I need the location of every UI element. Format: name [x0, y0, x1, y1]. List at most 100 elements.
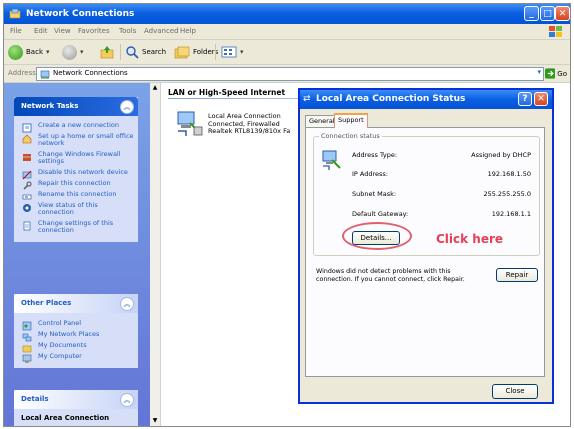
menu-file[interactable]: File	[10, 27, 22, 35]
repair-button[interactable]: Repair	[496, 268, 538, 282]
place-my-computer[interactable]: My Computer	[14, 351, 138, 363]
group-header: LAN or High-Speed Internet	[168, 88, 286, 97]
help-button[interactable]: ?	[518, 92, 532, 106]
click-here-annotation: Click here	[436, 232, 504, 246]
address-type-label: Address Type:	[352, 151, 398, 159]
connection-device: Realtek RTL8139/810x Fa	[208, 127, 291, 135]
other-places-title: Other Places	[21, 299, 72, 307]
search-button[interactable]: Search	[125, 43, 166, 61]
network-connections-icon	[40, 70, 50, 79]
scroll-down-icon[interactable]: ▼	[151, 417, 159, 425]
title-bar[interactable]: Network Connections _ □ ✕	[4, 4, 570, 24]
menu-advanced[interactable]: Advanced	[144, 27, 179, 35]
task-create-connection[interactable]: Create a new connection	[14, 120, 138, 133]
group-label: Connection status	[319, 132, 382, 140]
menu-view[interactable]: View	[54, 27, 71, 35]
ip-address-label: IP Address:	[352, 170, 388, 178]
local-area-connection-item[interactable]: Local Area Connection Connected, Firewal…	[174, 107, 304, 147]
go-button[interactable]: Go	[545, 67, 567, 80]
task-rename-connection[interactable]: Rename this connection	[14, 189, 138, 200]
go-arrow-icon	[545, 68, 556, 79]
address-value: Network Connections	[53, 69, 128, 77]
other-places-header[interactable]: Other Places ︽	[14, 294, 138, 313]
details-panel: Details ︽ Local Area Connection	[14, 390, 138, 426]
forward-arrow-icon	[62, 44, 77, 60]
up-folder-icon	[100, 46, 114, 59]
menu-bar: File Edit View Favorites Tools Advanced …	[4, 24, 570, 40]
folders-button[interactable]: Folders	[174, 43, 218, 61]
task-firewall[interactable]: Change Windows Firewall settings	[14, 149, 138, 167]
connection-status-dialog: ⇄ Local Area Connection Status ? ✕ Gener…	[298, 88, 554, 404]
chevron-up-icon[interactable]: ︽	[120, 393, 134, 407]
other-places-panel: Other Places ︽ Control Panel My Network …	[14, 294, 138, 368]
up-folder-button[interactable]	[100, 43, 114, 61]
search-icon	[126, 46, 139, 59]
explorer-window: Network Connections _ □ ✕ File Edit View…	[3, 3, 571, 427]
network-arrow-icon: ⇄	[303, 94, 311, 104]
highlight-circle	[342, 222, 412, 250]
views-icon	[221, 46, 237, 58]
support-tab-panel: Connection status Address Type: Assigned…	[305, 127, 545, 377]
default-gateway-value: 192.168.1.1	[491, 210, 531, 218]
details-header[interactable]: Details ︽	[14, 390, 138, 409]
place-my-network-places[interactable]: My Network Places	[14, 329, 138, 342]
vertical-scrollbar[interactable]: ▲ ▼	[150, 83, 161, 426]
network-tasks-header[interactable]: Network Tasks ︽	[14, 97, 138, 116]
place-my-documents[interactable]: My Documents	[14, 340, 138, 353]
close-window-button[interactable]: ✕	[555, 6, 570, 21]
menu-help[interactable]: Help	[180, 27, 196, 35]
menu-edit[interactable]: Edit	[34, 27, 48, 35]
diagnosis-message: Windows did not detect problems with thi…	[316, 268, 465, 283]
task-home-network[interactable]: Set up a home or small office network	[14, 131, 138, 149]
my-computer-icon	[22, 354, 32, 363]
back-arrow-icon	[8, 44, 23, 60]
chevron-up-icon[interactable]: ︽	[120, 297, 134, 311]
network-tasks-title: Network Tasks	[21, 102, 79, 110]
folders-icon	[174, 46, 190, 59]
search-label: Search	[142, 48, 167, 56]
menu-favorites[interactable]: Favorites	[78, 27, 110, 35]
subnet-mask-label: Subnet Mask:	[352, 190, 397, 198]
task-pane: Network Tasks ︽ Create a new connection …	[4, 83, 150, 426]
address-dropdown-icon[interactable]: ▾	[537, 68, 541, 76]
scroll-up-icon[interactable]: ▲	[151, 84, 159, 92]
task-disable-device[interactable]: Disable this network device	[14, 167, 138, 180]
dialog-title: Local Area Connection Status	[316, 94, 466, 104]
task-repair-connection[interactable]: Repair this connection	[14, 178, 138, 190]
details-title: Details	[21, 395, 49, 403]
dialog-title-bar[interactable]: ⇄ Local Area Connection Status ? ✕	[300, 90, 552, 109]
subnet-mask-value: 255.255.255.0	[483, 190, 531, 198]
lan-connection-icon	[177, 111, 203, 136]
address-type-value: Assigned by DHCP	[471, 151, 531, 159]
network-tasks-panel: Network Tasks ︽ Create a new connection …	[14, 97, 138, 242]
chevron-up-icon[interactable]: ︽	[120, 100, 134, 114]
menu-tools[interactable]: Tools	[119, 27, 136, 35]
dialog-close-x-button[interactable]: ✕	[534, 92, 548, 106]
details-subtitle: Local Area Connection	[21, 414, 110, 422]
views-button[interactable]: ▾	[221, 43, 244, 61]
toolbar-divider	[120, 44, 121, 60]
tab-general[interactable]: General	[305, 115, 335, 127]
home-network-icon	[22, 134, 32, 144]
minimize-button[interactable]: _	[524, 6, 539, 21]
windows-logo-icon	[549, 26, 562, 37]
settings-page-icon	[23, 221, 31, 231]
back-label: Back	[26, 48, 43, 56]
tab-support[interactable]: Support	[334, 113, 368, 128]
ip-address-value: 192.168.1.50	[487, 170, 531, 178]
address-bar: Address Network Connections ▾ Go	[4, 65, 570, 83]
connection-status-icon	[322, 150, 341, 170]
back-button[interactable]: Back ▾	[8, 43, 50, 61]
window-title: Network Connections	[26, 9, 135, 19]
task-view-status[interactable]: View status of this connection	[14, 200, 138, 218]
network-folder-icon	[9, 8, 21, 19]
toolbar-divider	[215, 44, 216, 60]
task-change-settings[interactable]: Change settings of this connection	[14, 218, 138, 236]
maximize-button[interactable]: □	[540, 6, 555, 21]
place-control-panel[interactable]: Control Panel	[14, 318, 138, 331]
address-input[interactable]: Network Connections ▾	[36, 67, 544, 81]
go-label: Go	[557, 69, 567, 78]
toolbar: Back ▾ ▾ Search Folders ▾	[4, 40, 570, 65]
forward-button[interactable]: ▾	[62, 43, 84, 61]
close-button[interactable]: Close	[492, 384, 538, 399]
